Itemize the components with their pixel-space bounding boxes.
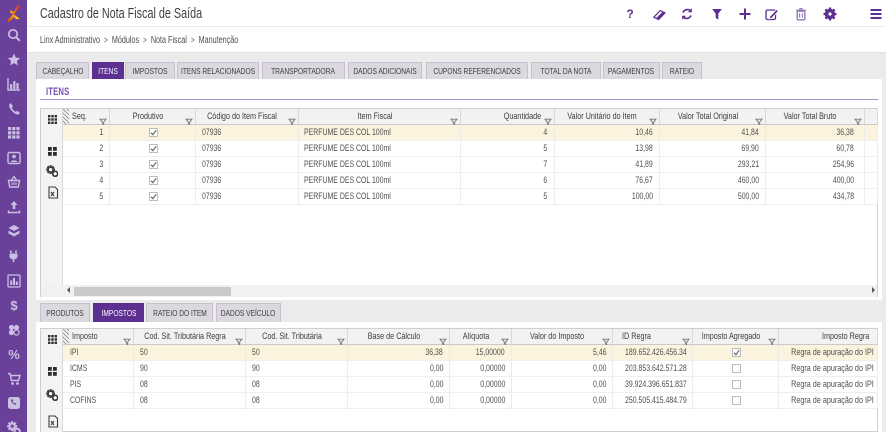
svg-text:$: $ xyxy=(10,298,18,312)
svg-text:%: % xyxy=(8,347,20,361)
svg-text:?: ? xyxy=(626,7,633,21)
